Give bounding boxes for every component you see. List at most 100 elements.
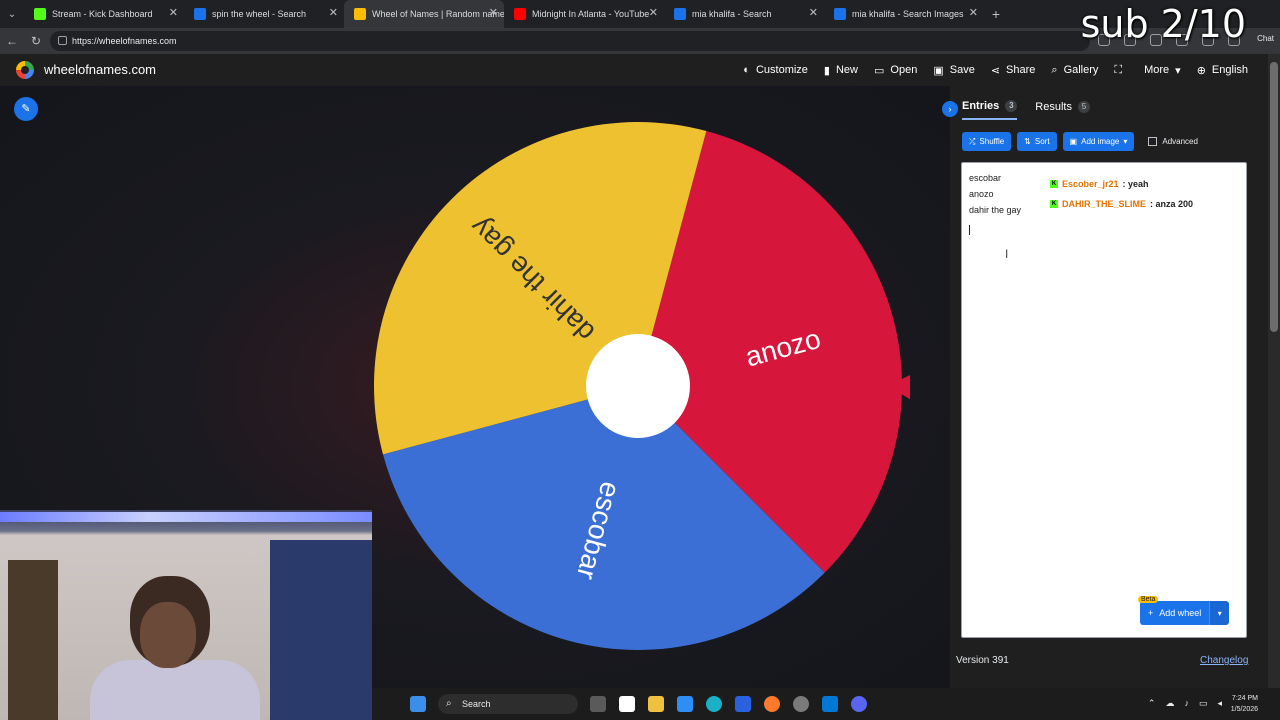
taskbar-search[interactable]: ⌕ Search: [438, 694, 578, 714]
checkbox-box[interactable]: [1148, 137, 1158, 146]
ibeam-cursor-icon: I: [1005, 247, 1009, 261]
task-view-icon[interactable]: [590, 696, 606, 712]
kick-icon: K: [1050, 180, 1058, 188]
menu-item-open[interactable]: ▭ Open: [866, 54, 925, 86]
taskbar-search-label: Search: [462, 699, 491, 709]
shuffle-button[interactable]: ⤮ Shuffle: [962, 132, 1012, 151]
entry-line: dahir the gay: [969, 205, 1022, 215]
new-tab-button[interactable]: +: [984, 6, 1008, 22]
webcam-overlay: [0, 510, 372, 720]
word-icon[interactable]: [619, 696, 635, 712]
menu-item-fullscreen[interactable]: ⛶: [1106, 54, 1136, 86]
microphone-icon[interactable]: ♪: [1184, 698, 1189, 709]
add-wheel-button[interactable]: + Add wheel: [1140, 601, 1210, 625]
browser-tab[interactable]: mia khalifa - Search ✕: [664, 0, 824, 28]
menu-item-label: Share: [1006, 64, 1036, 76]
cloud-icon[interactable]: ☁: [1165, 698, 1174, 709]
entry-line: escobar: [969, 173, 1002, 183]
app-header: wheelofnames.com ◐ Customize ▮ New ▭ Open ▣ Sav…: [0, 54, 1268, 86]
tab-title: Wheel of Names | Random name p: [372, 9, 504, 19]
close-tab-icon[interactable]: ✕: [649, 6, 658, 19]
tab-title: spin the wheel - Search: [212, 9, 307, 19]
browser-tab[interactable]: Stream - Kick Dashboard ✕: [24, 0, 184, 28]
stream-overlay-text: sub 2/10: [1080, 2, 1246, 46]
menu-item-new[interactable]: ▮ New: [816, 54, 866, 86]
advanced-checkbox[interactable]: Advanced: [1148, 137, 1198, 146]
spin-wheel[interactable]: anozoescobardahir the gay: [370, 118, 910, 658]
tab-title: Stream - Kick Dashboard: [52, 9, 153, 19]
store-icon[interactable]: [677, 696, 693, 712]
browser-tab[interactable]: spin the wheel - Search ✕: [184, 0, 344, 28]
url-input[interactable]: https://wheelofnames.com: [50, 31, 1090, 51]
settings-icon[interactable]: [793, 696, 809, 712]
taskbar-clock[interactable]: 7:24 PM 1/5/2026: [1231, 693, 1258, 715]
menu-item-save[interactable]: ▣ Save: [925, 54, 982, 86]
firefox-icon[interactable]: [764, 696, 780, 712]
chat-text: : yeah: [1122, 179, 1149, 189]
menu-item-label: More: [1144, 64, 1170, 76]
webcam-person-hoodie: [90, 660, 260, 720]
reload-icon[interactable]: ↻: [24, 34, 48, 48]
close-tab-icon[interactable]: ✕: [809, 6, 818, 19]
discord-icon[interactable]: [851, 696, 867, 712]
close-tab-icon[interactable]: ✕: [169, 6, 178, 19]
menu-item-label: Save: [949, 64, 975, 76]
app-icon[interactable]: [822, 696, 838, 712]
page-scrollbar[interactable]: [1268, 54, 1280, 688]
tab-favicon-icon: [674, 8, 686, 20]
back-icon[interactable]: ←: [0, 34, 24, 48]
plus-icon: +: [1148, 608, 1154, 618]
fullscreen-icon: ⛶: [1114, 63, 1123, 76]
volume-icon[interactable]: ◂: [1217, 698, 1222, 709]
collapse-panel-icon[interactable]: ›: [942, 101, 958, 117]
copilot-icon[interactable]: [735, 696, 751, 712]
clock-date: 1/5/2026: [1230, 706, 1258, 713]
browser-tab[interactable]: Wheel of Names | Random name p ✕: [344, 0, 504, 28]
copilot-chat-button[interactable]: Chat: [1257, 34, 1274, 43]
chevron-up-icon[interactable]: ⌃: [1148, 698, 1156, 709]
tab-entries[interactable]: Entries 3: [962, 100, 1018, 120]
clock-time: 7:24 PM: [1231, 695, 1258, 702]
chat-username: DAHIR_THE_SLIME: [1062, 199, 1147, 209]
tab-results-label: Results: [1035, 101, 1072, 113]
entries-toolbar: ⤮ Shuffle ⇅ Sort ▣ Add image ▾ Advanced: [962, 132, 1198, 151]
chevron-down-icon: ▾: [1175, 64, 1181, 77]
close-tab-icon[interactable]: ✕: [329, 6, 338, 19]
browser-tab[interactable]: Midnight In Atlanta - YouTube ✕: [504, 0, 664, 28]
wheel-center-hub[interactable]: [586, 334, 690, 438]
menu-item-more[interactable]: More ▾: [1136, 54, 1189, 86]
globe-icon: ⊕: [1196, 64, 1206, 77]
close-tab-icon[interactable]: ✕: [489, 6, 498, 19]
file-explorer-icon[interactable]: [648, 696, 664, 712]
sort-button[interactable]: ⇅ Sort: [1017, 132, 1057, 151]
add-wheel-dropdown-button[interactable]: ▾: [1209, 601, 1230, 625]
network-icon[interactable]: ▭: [1199, 698, 1208, 709]
tab-title: mia khalifa - Search Images: [852, 9, 964, 19]
add-image-button[interactable]: ▣ Add image ▾: [1062, 132, 1135, 151]
wheel-logo-icon[interactable]: [16, 61, 34, 79]
shuffle-icon: ⤮: [969, 136, 976, 146]
menu-item-label: Open: [890, 64, 918, 76]
edit-pencil-icon[interactable]: ✎: [14, 97, 38, 121]
entries-textarea[interactable]: escobar anozo dahir the gay I K Escober_…: [961, 162, 1247, 638]
menu-item-english[interactable]: ⊕ English: [1189, 54, 1256, 86]
chat-username: Escober_jr21: [1062, 179, 1119, 189]
changelog-link[interactable]: Changelog: [1200, 655, 1248, 666]
chat-text: : anza 200: [1150, 199, 1194, 209]
brand-name[interactable]: wheelofnames.com: [44, 62, 156, 77]
scrollbar-thumb[interactable]: [1270, 62, 1278, 332]
edge-icon[interactable]: [706, 696, 722, 712]
menu-item-gallery[interactable]: ⌕ Gallery: [1043, 54, 1106, 86]
site-info-icon[interactable]: [58, 36, 67, 45]
menu-item-customize[interactable]: ◐ Customize: [735, 54, 816, 86]
menu-item-label: Gallery: [1063, 64, 1099, 76]
start-icon[interactable]: [410, 696, 426, 712]
menu-item-share[interactable]: ⋖ Share: [983, 54, 1044, 86]
browser-tab[interactable]: mia khalifa - Search Images ✕: [824, 0, 984, 28]
tab-favicon-icon: [34, 8, 46, 20]
kick-icon: K: [1050, 200, 1058, 208]
tab-search-menu-icon[interactable]: ⌄: [0, 9, 24, 20]
beta-badge: Beta: [1138, 596, 1159, 603]
tab-results[interactable]: Results 5: [1035, 100, 1090, 120]
close-tab-icon[interactable]: ✕: [969, 6, 978, 19]
